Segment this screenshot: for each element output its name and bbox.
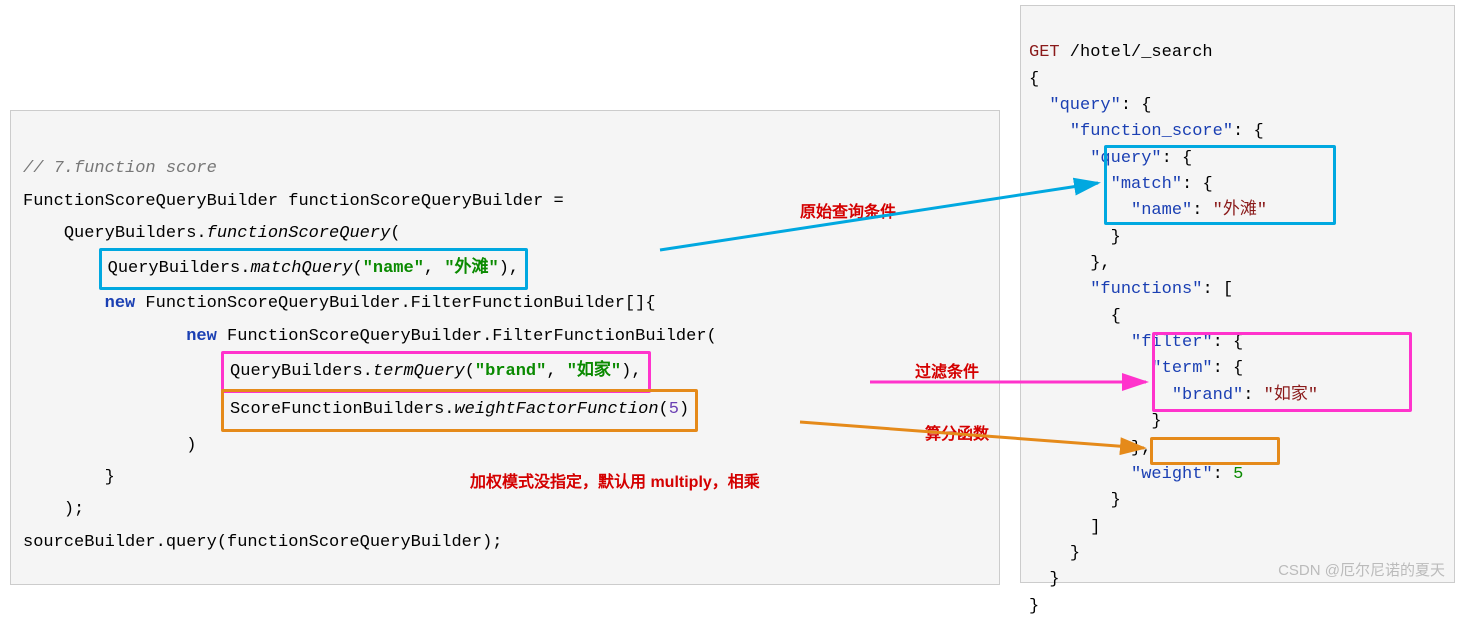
keyword-new: new <box>186 327 217 346</box>
code-text: ); <box>64 500 84 519</box>
code-text: ( <box>390 224 400 243</box>
code-text: FunctionScoreQueryBuilder.FilterFunction… <box>217 327 717 346</box>
code-text: ) <box>186 436 196 455</box>
http-method: GET <box>1029 43 1060 62</box>
json-dsl-panel: GET /hotel/_search { "query": { "functio… <box>1020 5 1455 583</box>
code-text: } <box>105 468 115 487</box>
annotation-boost-mode: 加权模式没指定，默认用 multiply，相乘 <box>470 468 760 492</box>
code-text: FunctionScoreQueryBuilder functionScoreQ… <box>23 192 564 211</box>
json-match-box <box>1104 145 1336 225</box>
annotation-score-function: 算分函数 <box>925 420 989 444</box>
java-code-panel: // 7.function score FunctionScoreQueryBu… <box>10 110 1000 585</box>
term-query-box: QueryBuilders.termQuery("brand", "如家"), <box>221 351 651 393</box>
code-text: FunctionScoreQueryBuilder.FilterFunction… <box>135 294 655 313</box>
keyword-new: new <box>105 294 136 313</box>
code-comment: // 7.function score <box>23 159 217 178</box>
match-query-box: QueryBuilders.matchQuery("name", "外滩"), <box>99 248 529 290</box>
annotation-original-query: 原始查询条件 <box>800 198 896 222</box>
code-text: sourceBuilder.query(functionScoreQueryBu… <box>23 533 502 552</box>
code-text: QueryBuilders. <box>64 224 207 243</box>
annotation-filter: 过滤条件 <box>915 358 979 382</box>
watermark: CSDN @厄尔尼诺的夏天 <box>1278 559 1445 580</box>
json-weight-box <box>1150 437 1280 465</box>
json-term-box <box>1152 332 1412 412</box>
weight-function-box: ScoreFunctionBuilders.weightFactorFuncti… <box>221 389 698 431</box>
code-text: functionScoreQuery <box>207 224 391 243</box>
